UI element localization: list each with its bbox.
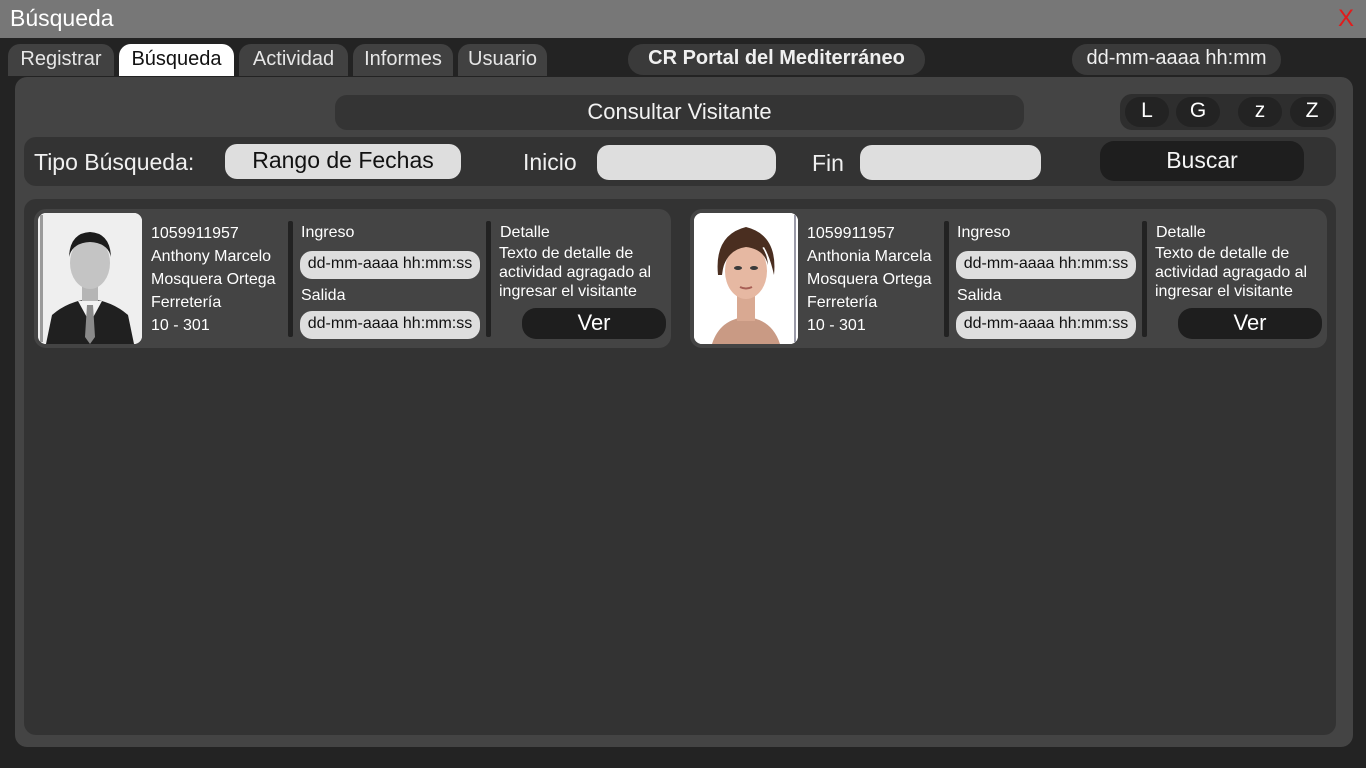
detail-label: Detalle <box>500 224 550 241</box>
tab-informes[interactable]: Informes <box>353 44 453 76</box>
title-bar: Búsqueda X <box>0 0 1366 38</box>
zoom-small-z-button[interactable]: z <box>1238 97 1282 127</box>
detail-text: Texto de detalle de actividad agragado a… <box>1155 245 1308 300</box>
visitor-company: Ferretería <box>151 294 222 311</box>
divider <box>944 221 949 337</box>
visitor-first-name: Anthonia Marcela <box>807 248 932 265</box>
visitor-id: 1059911957 <box>151 225 239 242</box>
tab-actividad[interactable]: Actividad <box>239 44 348 76</box>
end-date-input[interactable] <box>860 145 1041 180</box>
tab-busqueda[interactable]: Búsqueda <box>119 44 234 76</box>
visitor-company: Ferretería <box>807 294 878 311</box>
detail-text: Texto de detalle de actividad agragado a… <box>499 245 652 300</box>
organization-name: CR Portal del Mediterráneo <box>628 44 925 75</box>
zoom-l-button[interactable]: L <box>1125 97 1169 127</box>
exit-label: Salida <box>957 287 1002 304</box>
visitor-photo <box>694 213 798 344</box>
divider <box>486 221 491 337</box>
divider <box>288 221 293 337</box>
exit-datetime-field: dd-mm-aaaa hh:mm:ss <box>956 311 1136 339</box>
visitor-info: 1059911957 Anthonia Marcela Mosquera Ort… <box>807 222 932 337</box>
current-datetime: dd-mm-aaaa hh:mm <box>1072 44 1281 75</box>
entry-label: Ingreso <box>957 224 1011 241</box>
visitor-last-name: Mosquera Ortega <box>807 271 932 288</box>
entry-datetime-field: dd-mm-aaaa hh:mm:ss <box>956 251 1136 279</box>
start-date-label: Inicio <box>523 149 577 175</box>
visitor-last-name: Mosquera Ortega <box>151 271 276 288</box>
search-button[interactable]: Buscar <box>1100 141 1304 181</box>
view-button[interactable]: Ver <box>522 308 666 339</box>
tab-bar: Registrar Búsqueda Actividad Informes Us… <box>0 38 1366 78</box>
zoom-g-button[interactable]: G <box>1176 97 1220 127</box>
close-icon[interactable]: X <box>1338 5 1354 33</box>
visitor-photo <box>38 213 142 344</box>
exit-datetime-field: dd-mm-aaaa hh:mm:ss <box>300 311 480 339</box>
visitor-first-name: Anthony Marcelo <box>151 248 272 265</box>
entry-datetime-field: dd-mm-aaaa hh:mm:ss <box>300 251 480 279</box>
search-type-label: Tipo Búsqueda: <box>34 149 195 175</box>
tab-registrar[interactable]: Registrar <box>8 44 114 76</box>
window-title: Búsqueda <box>10 5 114 31</box>
detail-label: Detalle <box>1156 224 1206 241</box>
start-date-input[interactable] <box>597 145 776 180</box>
app-window: Búsqueda X Registrar Búsqueda Actividad … <box>0 0 1366 768</box>
zoom-controls: L G z Z <box>1120 94 1336 130</box>
entry-label: Ingreso <box>301 224 355 241</box>
view-button[interactable]: Ver <box>1178 308 1322 339</box>
visitor-unit: 10 - 301 <box>151 317 210 334</box>
panel-title: Consultar Visitante <box>335 95 1024 130</box>
visitor-info: 1059911957 Anthony Marcelo Mosquera Orte… <box>151 222 276 337</box>
visitor-card: 1059911957 Anthonia Marcela Mosquera Ort… <box>690 209 1327 348</box>
visitor-unit: 10 - 301 <box>807 317 866 334</box>
visitor-card: 1059911957 Anthony Marcelo Mosquera Orte… <box>34 209 671 348</box>
visitor-id: 1059911957 <box>807 225 895 242</box>
end-date-label: Fin <box>812 150 844 176</box>
zoom-large-z-button[interactable]: Z <box>1290 97 1334 127</box>
search-type-select[interactable]: Rango de Fechas <box>225 144 461 179</box>
exit-label: Salida <box>301 287 346 304</box>
divider <box>1142 221 1147 337</box>
tab-usuario[interactable]: Usuario <box>458 44 547 76</box>
